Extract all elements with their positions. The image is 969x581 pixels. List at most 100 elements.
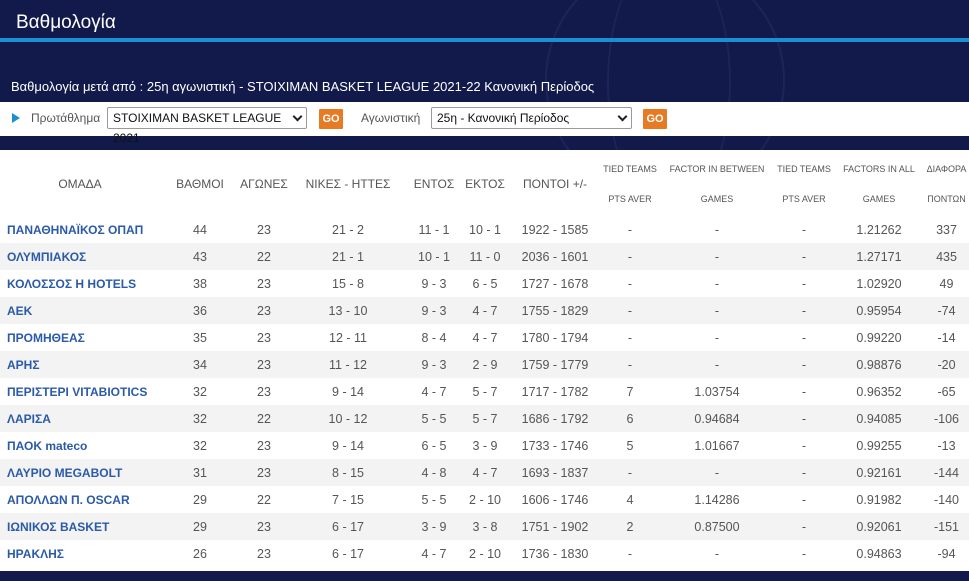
tied-pts-aver: 7 bbox=[626, 384, 634, 399]
scores: 1759 - 1779 bbox=[510, 351, 600, 378]
points: 35 bbox=[193, 330, 207, 345]
col-header-factor-between: FACTOR IN BETWEEN GAMES bbox=[660, 151, 774, 216]
games: 23 bbox=[240, 459, 288, 486]
points: 38 bbox=[193, 276, 207, 291]
col-header-line: ΠΟΝΤΩΝ bbox=[927, 193, 966, 204]
col-header-line: TIED TEAMS bbox=[777, 163, 831, 174]
games: 23 bbox=[257, 222, 271, 237]
wins-losses: 13 - 10 bbox=[288, 297, 408, 324]
wins-losses: 11 - 12 bbox=[288, 351, 408, 378]
round-select-value: 25η - Κανονική Περίοδος bbox=[437, 111, 570, 125]
scores: 1686 - 1792 bbox=[510, 405, 600, 432]
factors-all: 0.99255 bbox=[856, 438, 902, 453]
team-name[interactable]: ΠΑΟΚ mateco bbox=[0, 432, 160, 459]
points: 29 bbox=[193, 492, 207, 507]
team-name[interactable]: ΙΩΝΙΚΟΣ BASKET bbox=[0, 513, 160, 540]
tied-pts-aver-b: - bbox=[774, 459, 834, 486]
away-record: 4 - 7 bbox=[472, 330, 498, 345]
team-name[interactable]: ΛΑΥΡΙΟ MEGABOLT bbox=[0, 459, 160, 486]
factor-between: - bbox=[714, 222, 720, 237]
games: 22 bbox=[240, 405, 288, 432]
away-record: 2 - 10 bbox=[469, 546, 501, 561]
team-name[interactable]: ΟΛΥΜΠΙΑΚΟΣ bbox=[0, 243, 160, 270]
team-name[interactable]: ΠΕΡΙΣΤΕΡΙ VITABIOTICS bbox=[0, 378, 160, 405]
home-record: 5 - 5 bbox=[421, 492, 447, 507]
point-diff: 435 bbox=[924, 243, 969, 270]
scores: 1780 - 1794 bbox=[521, 330, 589, 345]
championship-select[interactable]: STOIXIMAN BASKET LEAGUE 2021 bbox=[107, 107, 307, 145]
tied-pts-aver-b: - bbox=[801, 384, 807, 399]
tied-pts-aver-b: - bbox=[801, 276, 807, 291]
team-name[interactable]: ΑΠΟΛΛΩΝ Π. OSCAR bbox=[0, 486, 160, 513]
col-header-tied-pts-aver: TIED TEAMS PTS AVER bbox=[600, 151, 660, 216]
scores: 1755 - 1829 bbox=[510, 297, 600, 324]
col-header-line: FACTOR IN BETWEEN bbox=[669, 163, 765, 174]
col-header-tied-pts-aver-b: TIED TEAMS PTS AVER bbox=[774, 151, 834, 216]
factor-between: - bbox=[660, 297, 774, 324]
away-record: 2 - 10 bbox=[469, 492, 501, 507]
championship-go-button[interactable]: GO bbox=[319, 109, 343, 129]
team-name[interactable]: ΑΡΗΣ bbox=[0, 351, 160, 378]
wins-losses: 6 - 17 bbox=[332, 546, 364, 561]
factor-between: - bbox=[714, 330, 720, 345]
factors-all: 0.99220 bbox=[856, 330, 902, 345]
page-title: Βαθμολογία bbox=[16, 12, 116, 33]
col-header-team: ΟΜΑΔΑ bbox=[58, 176, 102, 191]
factors-all: 0.98876 bbox=[834, 351, 924, 378]
col-header-home: ΕΝΤΟΣ bbox=[413, 176, 455, 191]
col-header-line: FACTORS IN ALL bbox=[843, 163, 915, 174]
footer-bar bbox=[0, 571, 969, 581]
round-go-button[interactable]: GO bbox=[643, 109, 667, 129]
tied-pts-aver: 2 bbox=[600, 513, 660, 540]
wins-losses: 21 - 2 bbox=[332, 222, 364, 237]
team-name[interactable]: ΑΕΚ bbox=[0, 297, 160, 324]
table-row: ΙΩΝΙΚΟΣ BASKET 29 23 6 - 17 3 - 93 - 8 1751 -… bbox=[0, 513, 969, 540]
table-row: ΠΡΟΜΗΘΕΑΣ 35 23 12 - 11 8 - 4 4 - 7 1780 - 179… bbox=[0, 324, 969, 351]
tied-pts-aver-b: - bbox=[774, 243, 834, 270]
tied-pts-aver-b: - bbox=[801, 330, 807, 345]
factors-all: 0.92061 bbox=[834, 513, 924, 540]
team-name[interactable]: ΛΑΡΙΣΑ bbox=[0, 405, 160, 432]
wins-losses: 21 - 1 bbox=[288, 243, 408, 270]
point-diff: -140 bbox=[933, 492, 960, 507]
tied-pts-aver: - bbox=[627, 222, 633, 237]
col-header-scores: ΠΟΝΤΟΙ +/- bbox=[522, 176, 588, 191]
games: 22 bbox=[240, 243, 288, 270]
point-diff: -94 bbox=[937, 546, 956, 561]
team-name[interactable]: ΗΡΑΚΛΗΣ bbox=[0, 540, 160, 567]
points: 36 bbox=[160, 297, 240, 324]
away-record: 5 - 7 bbox=[472, 384, 498, 399]
point-diff: -106 bbox=[924, 405, 969, 432]
games: 23 bbox=[257, 438, 271, 453]
round-label: Αγωνιστική bbox=[361, 111, 421, 125]
col-header-line: PTS AVER bbox=[608, 193, 652, 204]
point-diff: 337 bbox=[936, 222, 957, 237]
table-row: ΗΡΑΚΛΗΣ 26 23 6 - 17 4 - 7 2 - 10 1736 - 1830 -… bbox=[0, 540, 969, 567]
scores: 1733 - 1746 bbox=[521, 438, 589, 453]
team-name[interactable]: ΠΡΟΜΗΘΕΑΣ bbox=[0, 324, 160, 351]
factors-all: 0.94863 bbox=[856, 546, 902, 561]
wins-losses: 9 - 14 bbox=[332, 438, 364, 453]
factors-all: 0.92161 bbox=[834, 459, 924, 486]
factor-between: 1.14286 bbox=[694, 492, 740, 507]
games: 23 bbox=[257, 276, 271, 291]
standings-body: ΠΑΝΑΘΗΝΑΪΚΟΣ ΟΠΑΠ 44 23 21 - 2 11 - 1 10 - 11… bbox=[0, 216, 969, 567]
round-select[interactable]: 25η - Κανονική Περίοδος bbox=[431, 107, 632, 129]
scores: 1736 - 1830 bbox=[521, 546, 589, 561]
standings-table: ΟΜΑΔΑ ΒΑΘΜΟΙ ΑΓΩΝΕΣ ΝΙΚΕΣ - ΗΤΤΕΣ ΕΝΤΟΣ … bbox=[0, 151, 969, 567]
tied-pts-aver-b: - bbox=[774, 351, 834, 378]
points: 29 bbox=[160, 513, 240, 540]
team-name[interactable]: ΚΟΛΟΣΣΟΣ H HOTELS bbox=[0, 270, 160, 297]
home-record: 9 - 3 bbox=[421, 276, 447, 291]
points: 43 bbox=[160, 243, 240, 270]
col-header-games: ΑΓΩΝΕΣ bbox=[240, 176, 288, 191]
wins-losses: 9 - 14 bbox=[332, 384, 364, 399]
away-record: 2 - 9 bbox=[460, 351, 510, 378]
table-row: ΠΑΝΑΘΗΝΑΪΚΟΣ ΟΠΑΠ 44 23 21 - 2 11 - 1 10 - 1 1… bbox=[0, 216, 969, 243]
team-name[interactable]: ΠΑΝΑΘΗΝΑΪΚΟΣ ΟΠΑΠ bbox=[0, 216, 160, 243]
factors-all: 0.94085 bbox=[834, 405, 924, 432]
points: 32 bbox=[160, 405, 240, 432]
home-record: 6 - 5 bbox=[421, 438, 447, 453]
factors-all: 1.27171 bbox=[834, 243, 924, 270]
scores: 1717 - 1782 bbox=[521, 384, 589, 399]
